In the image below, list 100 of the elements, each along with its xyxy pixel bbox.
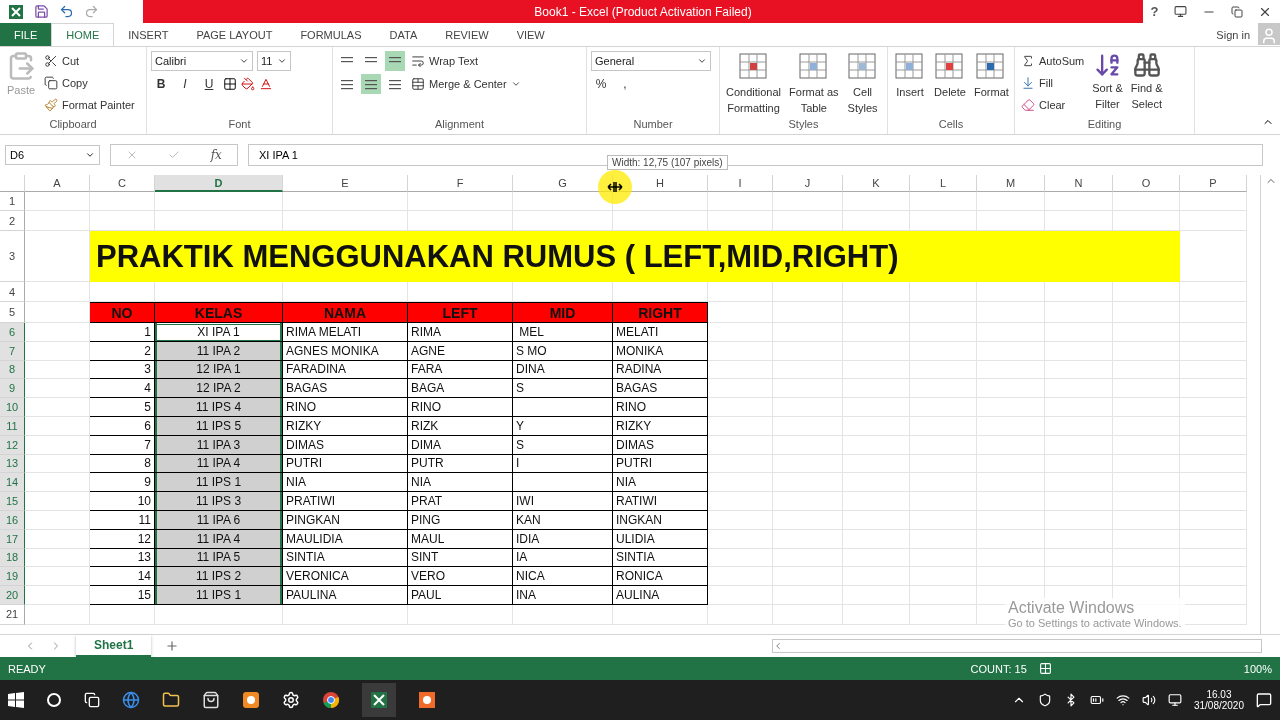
sheet-cell[interactable] [1113, 323, 1180, 342]
redo-icon[interactable] [84, 4, 99, 19]
sheet-cell[interactable] [910, 548, 977, 568]
copy-button[interactable]: Copy [42, 73, 137, 92]
sheet-cell[interactable] [25, 454, 90, 474]
sheet-cell[interactable] [408, 604, 513, 625]
sheet-cell[interactable] [843, 379, 910, 399]
sheet-cell[interactable] [910, 341, 977, 361]
sheet-cell[interactable] [708, 192, 773, 211]
sheet-cell[interactable] [1045, 360, 1113, 380]
sheet-cell[interactable] [910, 604, 977, 625]
sheet-cell[interactable] [910, 435, 977, 455]
volume-icon[interactable] [1141, 693, 1156, 707]
row-header[interactable]: 3 [0, 231, 25, 282]
settings-icon[interactable] [282, 691, 300, 709]
sheet-cell[interactable] [977, 323, 1045, 342]
italic-button[interactable]: I [175, 74, 195, 94]
shopping-bag-icon[interactable] [202, 691, 220, 709]
row-header[interactable]: 1 [0, 192, 25, 211]
sheet-cell[interactable] [977, 341, 1045, 361]
notifications-icon[interactable] [1256, 692, 1272, 708]
row-header[interactable]: 20 [0, 586, 25, 605]
sheet-cell[interactable] [613, 604, 708, 625]
styles-button[interactable]: Cell Styles [844, 51, 881, 118]
sheet-cell[interactable] [910, 398, 977, 417]
sheet-cell[interactable] [977, 398, 1045, 417]
percent-button[interactable]: % [591, 74, 611, 94]
ribbon-tab[interactable]: INSERT [114, 23, 183, 46]
sheet-cell[interactable] [25, 435, 90, 455]
row-header[interactable]: 9 [0, 379, 25, 399]
sheet-cell[interactable] [25, 341, 90, 361]
sheet-cell[interactable] [25, 604, 90, 625]
sheet-cell[interactable] [977, 454, 1045, 474]
sheet-cell[interactable] [1045, 282, 1113, 302]
sheet-cell[interactable] [708, 323, 773, 342]
sheet-cell[interactable] [843, 492, 910, 511]
sheet-cell[interactable] [1045, 473, 1113, 493]
sheet-cell[interactable] [910, 529, 977, 549]
sheet-cell[interactable] [283, 192, 408, 211]
find-select-button[interactable]: Find & Select [1128, 51, 1165, 118]
sheet-cell[interactable] [283, 604, 408, 625]
sheet-cell[interactable] [843, 586, 910, 605]
sheet-cell[interactable] [843, 604, 910, 625]
sheet-cell[interactable] [1180, 492, 1247, 511]
borders-icon[interactable] [223, 77, 237, 91]
sheet-cell[interactable] [1045, 341, 1113, 361]
column-header[interactable]: J [773, 175, 843, 192]
sheet-cell[interactable] [25, 211, 90, 231]
sheet-cell[interactable] [25, 282, 90, 302]
row-header[interactable]: 2 [0, 211, 25, 231]
clear-button[interactable]: Clear [1019, 95, 1087, 114]
ribbon-tab[interactable]: HOME [51, 23, 115, 46]
sheet-cell[interactable] [977, 282, 1045, 302]
sheet-cell[interactable] [1180, 192, 1247, 211]
sheet-cell[interactable] [773, 323, 843, 342]
ribbon-tab[interactable]: VIEW [502, 23, 559, 46]
help-button[interactable]: ? [1150, 4, 1159, 19]
sheet-cell[interactable] [977, 360, 1045, 380]
sheet-cell[interactable] [843, 435, 910, 455]
sheet-cell[interactable] [1180, 510, 1247, 530]
row-header[interactable]: 10 [0, 398, 25, 417]
sheet-cell[interactable] [843, 473, 910, 493]
sheet-cell[interactable] [843, 529, 910, 549]
autosum-button[interactable]: AutoSum [1019, 51, 1087, 70]
sort-filter-button[interactable]: Sort & Filter [1090, 51, 1125, 118]
sheet-cell[interactable] [1180, 417, 1247, 436]
select-all-corner[interactable] [0, 175, 25, 192]
font-color-icon[interactable] [259, 77, 273, 91]
sheet-cell[interactable] [708, 341, 773, 361]
sheet-cell[interactable] [1113, 492, 1180, 511]
sheet-cell[interactable] [773, 567, 843, 587]
sheet-cell[interactable] [910, 454, 977, 474]
sheet-cell[interactable] [25, 417, 90, 436]
sheet-cell[interactable] [773, 473, 843, 493]
sheet-cell[interactable] [1045, 510, 1113, 530]
sheet-cell[interactable] [25, 473, 90, 493]
sheet-cell[interactable] [773, 192, 843, 211]
sheet-cell[interactable] [773, 492, 843, 511]
sheet-cell[interactable] [1045, 323, 1113, 342]
scroll-left-icon[interactable] [773, 641, 783, 651]
battery-icon[interactable] [1089, 693, 1104, 707]
sheet-cell[interactable] [773, 398, 843, 417]
sheet-cell[interactable] [1045, 567, 1113, 587]
ribbon-tab[interactable]: FORMULAS [286, 23, 376, 46]
sheet-cell[interactable] [977, 417, 1045, 436]
sheet-cell[interactable] [1180, 398, 1247, 417]
sheet-cell[interactable] [1045, 379, 1113, 399]
sheet-cell[interactable] [773, 302, 843, 323]
row-header[interactable]: 14 [0, 473, 25, 493]
sheet-cell[interactable] [155, 192, 283, 211]
restore-icon[interactable] [1231, 5, 1244, 18]
sheet-cell[interactable] [1045, 302, 1113, 323]
sheet-cell[interactable] [1113, 379, 1180, 399]
font-size-field[interactable]: 11 [257, 51, 291, 71]
sheet-cell[interactable] [1180, 529, 1247, 549]
sheet-cell[interactable] [977, 473, 1045, 493]
sheet-cell[interactable] [910, 302, 977, 323]
sheet-cell[interactable] [513, 604, 613, 625]
column-header[interactable]: P [1180, 175, 1247, 192]
comma-button[interactable]: , [615, 74, 635, 94]
